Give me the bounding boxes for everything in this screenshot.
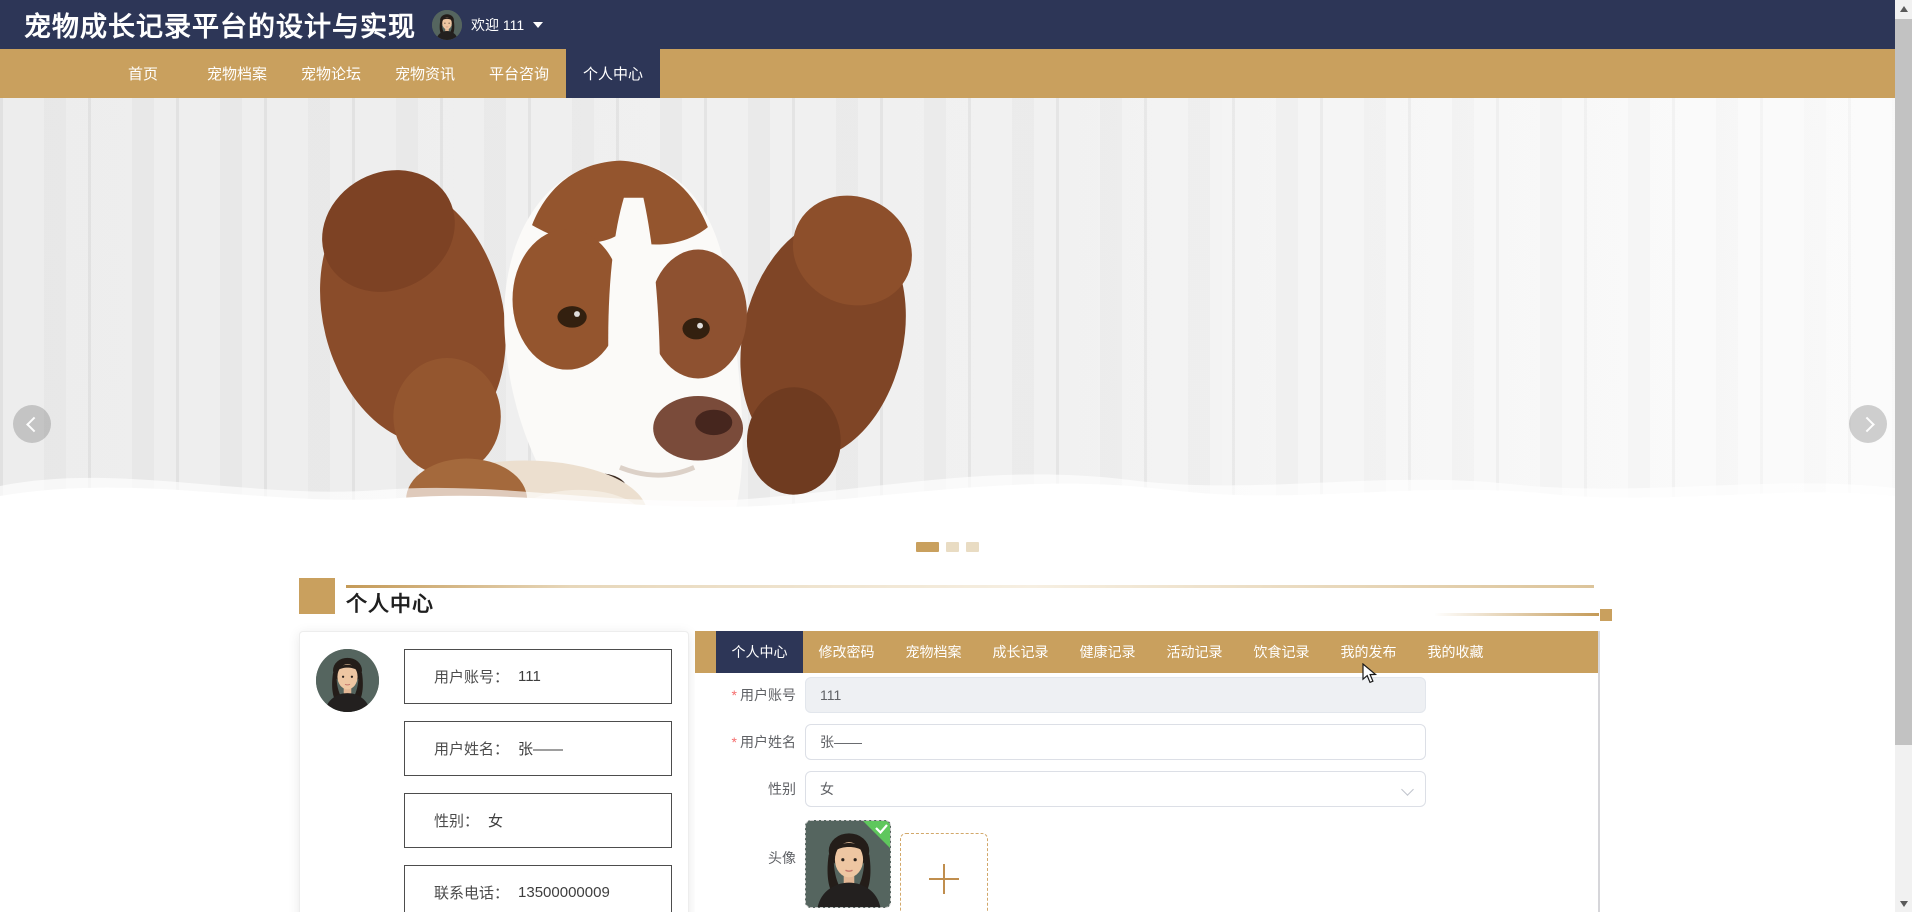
field-value: 女 bbox=[488, 813, 504, 830]
carousel-next-button[interactable] bbox=[1849, 405, 1887, 443]
upload-success-check-icon bbox=[863, 821, 890, 848]
form-row-name: * 用户姓名 张—— bbox=[695, 724, 1598, 760]
section-title: 个人中心 bbox=[346, 593, 434, 616]
main-content: 用户账号： 111 用户姓名： 张—— 性别： 女 联系电话： 13500000… bbox=[299, 631, 1895, 912]
nav-item-pet-forum[interactable]: 宠物论坛 bbox=[284, 49, 378, 98]
profile-fields: 用户账号： 111 用户姓名： 张—— 性别： 女 联系电话： 13500000… bbox=[404, 649, 672, 912]
tab-growth-records[interactable]: 成长记录 bbox=[977, 631, 1064, 673]
tab-personal-center[interactable]: 个人中心 bbox=[716, 631, 803, 673]
chevron-right-icon bbox=[1858, 416, 1875, 432]
carousel-indicators bbox=[0, 524, 1895, 560]
form-label: * 用户账号 bbox=[731, 687, 796, 703]
avatar-upload-button[interactable] bbox=[900, 833, 988, 912]
chevron-left-icon bbox=[25, 416, 42, 432]
tab-health-records[interactable]: 健康记录 bbox=[1064, 631, 1151, 673]
tab-pet-archive[interactable]: 宠物档案 bbox=[890, 631, 977, 673]
tab-bar: 个人中心 修改密码 宠物档案 成长记录 健康记录 活动记录 饮食记录 我的发布 … bbox=[695, 631, 1598, 673]
gold-square-decoration bbox=[299, 578, 335, 614]
carousel-prev-button[interactable] bbox=[13, 405, 51, 443]
profile-field-gender: 性别： 女 bbox=[404, 793, 672, 848]
field-label: 用户账号： bbox=[434, 669, 510, 686]
name-input[interactable]: 张—— bbox=[805, 724, 1426, 760]
profile-field-phone: 联系电话： 13500000009 bbox=[404, 865, 672, 912]
form-row-account: * 用户账号 111 bbox=[695, 677, 1598, 713]
form-row-gender: 性别 女 bbox=[695, 771, 1598, 807]
field-value: 张—— bbox=[518, 741, 564, 758]
scrollbar-thumb[interactable] bbox=[1895, 19, 1912, 745]
user-avatar[interactable] bbox=[432, 9, 462, 40]
carousel-dot[interactable] bbox=[916, 542, 939, 552]
profile-avatar bbox=[316, 649, 379, 712]
tab-change-password[interactable]: 修改密码 bbox=[803, 631, 890, 673]
chevron-down-icon bbox=[1401, 783, 1414, 796]
gold-square-small-decoration bbox=[1600, 609, 1612, 621]
field-value: 111 bbox=[518, 668, 541, 685]
profile-field-account: 用户账号： 111 bbox=[404, 649, 672, 704]
main-nav: 首页 宠物档案 宠物论坛 宠物资讯 平台咨询 个人中心 bbox=[0, 49, 1895, 98]
hero-wave-decoration bbox=[0, 474, 1895, 524]
field-label: 联系电话： bbox=[434, 885, 510, 902]
form-label: 头像 bbox=[768, 850, 796, 866]
nav-item-home[interactable]: 首页 bbox=[96, 49, 190, 98]
required-marker: * bbox=[731, 687, 737, 703]
profile-field-name: 用户姓名： 张—— bbox=[404, 721, 672, 776]
gender-select[interactable]: 女 bbox=[805, 771, 1426, 807]
scrollbar-up-arrow[interactable] bbox=[1895, 0, 1912, 17]
carousel-dot[interactable] bbox=[966, 542, 979, 552]
tab-my-posts[interactable]: 我的发布 bbox=[1325, 631, 1412, 673]
user-menu[interactable]: 欢迎 111 bbox=[432, 9, 544, 40]
field-value: 13500000009 bbox=[518, 884, 610, 901]
uploaded-avatar-thumbnail[interactable] bbox=[805, 820, 891, 908]
tab-activity-records[interactable]: 活动记录 bbox=[1151, 631, 1238, 673]
scrollbar-down-arrow[interactable] bbox=[1895, 895, 1912, 912]
gold-line-decoration bbox=[346, 585, 1594, 588]
form-label: 性别 bbox=[768, 781, 796, 797]
browser-scrollbar[interactable] bbox=[1895, 0, 1912, 912]
required-marker: * bbox=[731, 734, 737, 750]
page: 宠物成长记录平台的设计与实现 欢迎 111 首页 宠物档案 宠物论坛 宠物资讯 … bbox=[0, 0, 1895, 912]
welcome-text: 欢迎 111 bbox=[471, 16, 525, 33]
profile-summary-card: 用户账号： 111 用户姓名： 张—— 性别： 女 联系电话： 13500000… bbox=[299, 631, 689, 912]
form-row-avatar: 头像 bbox=[695, 818, 1598, 912]
plus-icon bbox=[929, 864, 959, 894]
caret-down-icon bbox=[533, 21, 544, 28]
field-label: 性别： bbox=[434, 813, 480, 830]
nav-item-pet-archive[interactable]: 宠物档案 bbox=[190, 49, 284, 98]
personal-info-form: * 用户账号 111 * 用户姓名 张—— 性别 女 头像 bbox=[695, 673, 1598, 912]
account-input: 111 bbox=[805, 677, 1426, 713]
hero-carousel bbox=[0, 98, 1895, 524]
nav-item-pet-news[interactable]: 宠物资讯 bbox=[378, 49, 472, 98]
field-label: 用户姓名： bbox=[434, 741, 510, 758]
page-title: 宠物成长记录平台的设计与实现 bbox=[24, 12, 416, 42]
section-header: 个人中心 bbox=[299, 578, 1612, 621]
carousel-dot[interactable] bbox=[946, 542, 959, 552]
tab-my-favorites[interactable]: 我的收藏 bbox=[1412, 631, 1499, 673]
gold-line-right-decoration bbox=[1434, 613, 1599, 616]
personal-center-panel: 个人中心 修改密码 宠物档案 成长记录 健康记录 活动记录 饮食记录 我的发布 … bbox=[695, 631, 1600, 912]
form-label: * 用户姓名 bbox=[731, 734, 796, 750]
nav-item-platform-consult[interactable]: 平台咨询 bbox=[472, 49, 566, 98]
app-header: 宠物成长记录平台的设计与实现 欢迎 111 bbox=[0, 0, 1895, 49]
tab-diet-records[interactable]: 饮食记录 bbox=[1238, 631, 1325, 673]
nav-item-personal-center[interactable]: 个人中心 bbox=[566, 49, 660, 98]
